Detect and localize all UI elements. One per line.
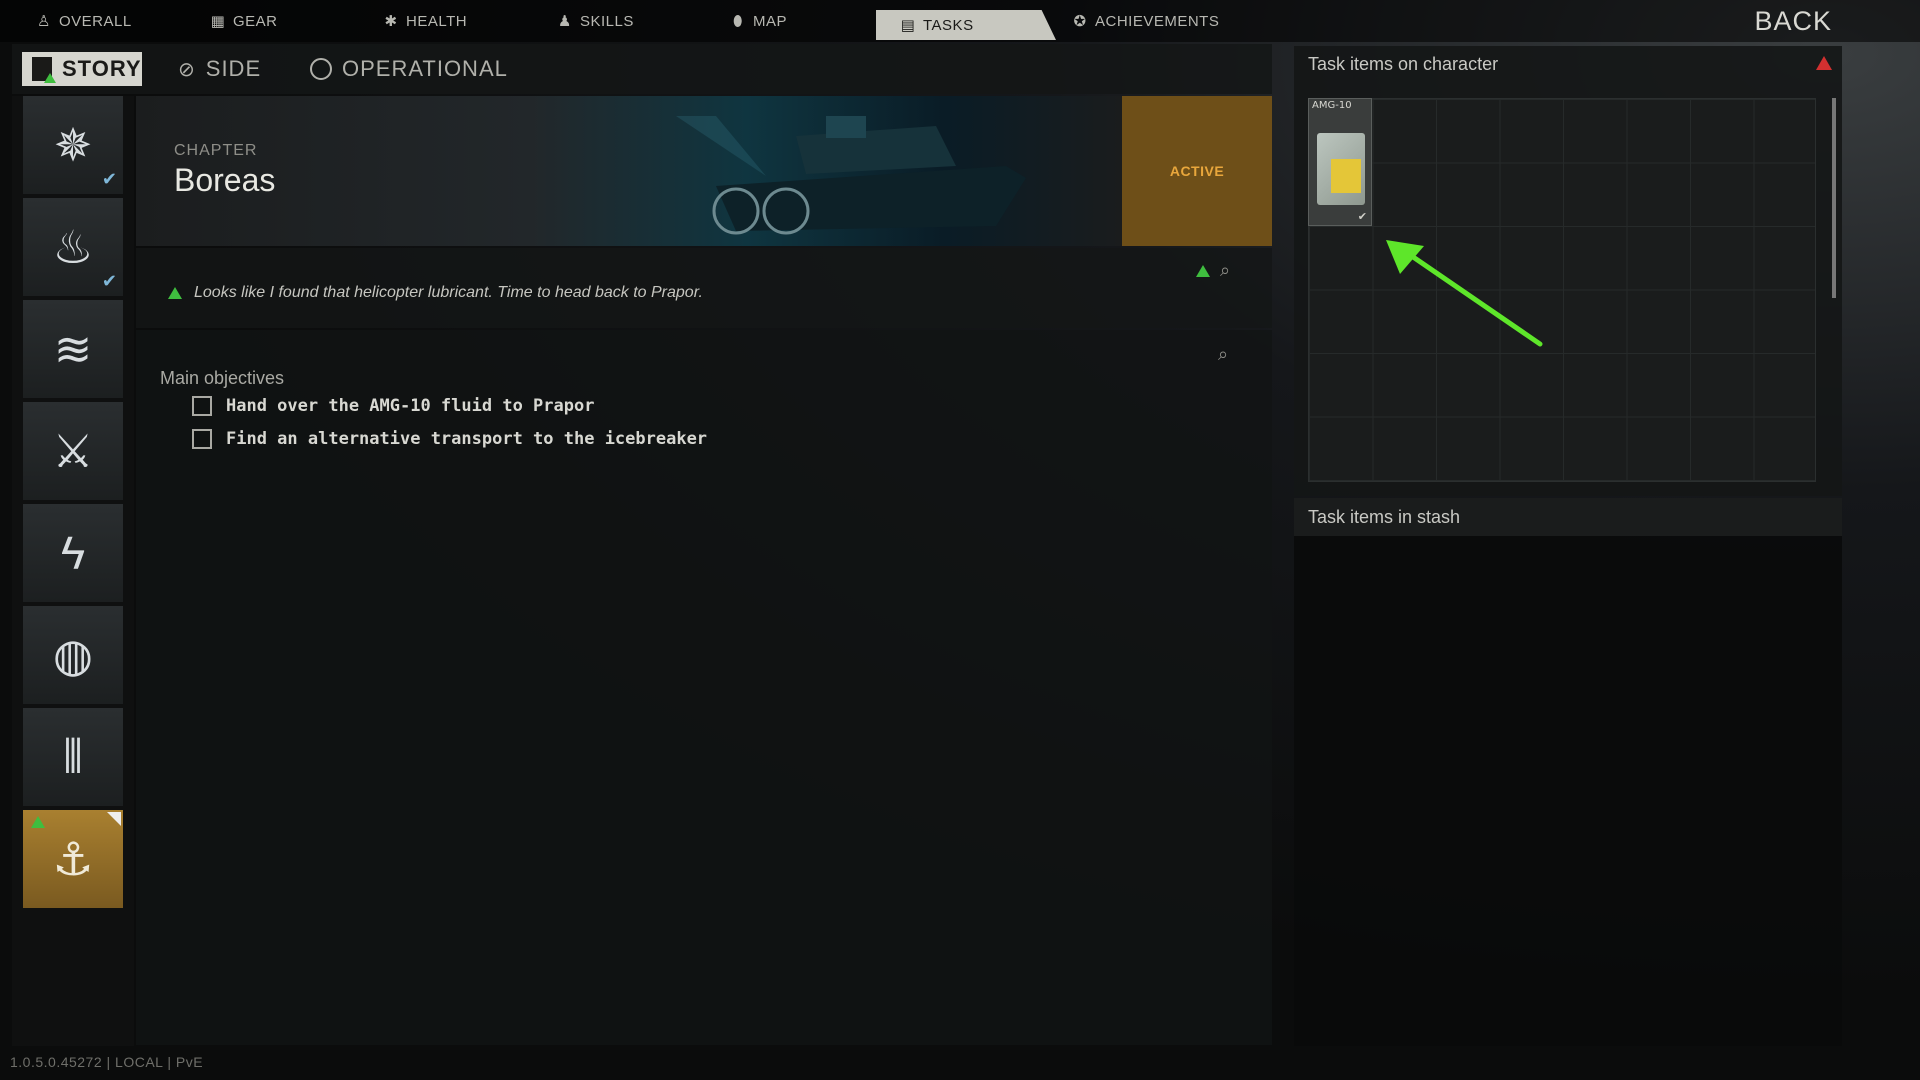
alert-icon	[1196, 265, 1210, 277]
objective-checkbox[interactable]	[192, 396, 212, 416]
tab-health[interactable]: ✱ HEALTH	[383, 0, 467, 42]
trader-sidebar: ✵ ✔ ♨ ✔ ≋ ⚔ ϟ ◍ ⦀ ⚓	[12, 96, 134, 1046]
stash-header: Task items in stash	[1294, 498, 1842, 536]
tab-map[interactable]: ⬮ MAP	[730, 0, 787, 42]
trader-1[interactable]: ✵ ✔	[23, 96, 123, 194]
signal-icon: ⦀	[62, 730, 84, 782]
achievements-icon: ✪	[1073, 13, 1087, 30]
status-badge: ACTIVE	[1122, 96, 1272, 246]
tab-story[interactable]: STORY	[22, 52, 142, 86]
tab-achievements[interactable]: ✪ ACHIEVEMENTS	[1072, 0, 1219, 42]
anchor-wings-icon: ⚓	[52, 833, 94, 885]
objective-item: Find an alternative transport to the ice…	[192, 429, 707, 449]
note-text: Looks like I found that helicopter lubri…	[194, 284, 703, 301]
tab-label: MAP	[753, 12, 788, 30]
trader-6[interactable]: ◍	[23, 606, 123, 704]
corner-marker	[107, 812, 121, 826]
stash-items-panel: Task items in stash	[1294, 498, 1842, 1046]
globe-icon: ◍	[52, 629, 94, 681]
trader-8-selected[interactable]: ⚓	[23, 810, 123, 908]
gear-vest-icon: ▦	[210, 13, 226, 30]
tab-label: HEALTH	[406, 12, 468, 30]
tab-label: GEAR	[233, 12, 278, 30]
inspect-icon[interactable]: ⌕	[1220, 260, 1230, 281]
inspect-icon[interactable]: ⌕	[1218, 344, 1228, 365]
completed-check-icon: ✔	[101, 271, 117, 291]
map-pin-icon: ⬮	[733, 12, 743, 30]
tab-label: OVERALL	[59, 12, 132, 30]
person-icon: ♙	[37, 13, 51, 30]
crossed-axes-icon: ⚔	[52, 425, 94, 477]
tab-gear[interactable]: ▦ GEAR	[210, 0, 278, 42]
chapter-title: Boreas	[174, 162, 276, 198]
icebreaker-illustration	[676, 116, 1026, 235]
version-info: 1.0.5.0.45272 | LOCAL | PvE	[10, 1054, 204, 1070]
trader-7[interactable]: ⦀	[23, 708, 123, 806]
health-icon: ✱	[384, 13, 398, 30]
fluid-can-icon	[1317, 133, 1365, 205]
wave-icon: ≋	[53, 323, 93, 375]
tab-label: OPERATIONAL	[342, 56, 508, 81]
trader-3[interactable]: ≋	[23, 300, 123, 398]
tab-label: TASKS	[923, 16, 974, 34]
back-button[interactable]: BACK	[1754, 6, 1832, 37]
flame-icon: ♨	[52, 221, 94, 273]
tab-skills[interactable]: ♟ SKILLS	[557, 0, 634, 42]
trader-4[interactable]: ⚔	[23, 402, 123, 500]
tab-operational[interactable]: OPERATIONAL	[310, 52, 508, 86]
green-arrow-annotation	[1386, 240, 1543, 347]
objectives-title: Main objectives	[160, 368, 285, 388]
objective-text: Find an alternative transport to the ice…	[226, 429, 708, 449]
check-circle-icon: ⊘	[178, 58, 196, 81]
compass-star-icon: ✵	[53, 119, 93, 171]
tab-tasks[interactable]: ▤ TASKS	[900, 10, 974, 40]
tab-label: SIDE	[205, 56, 262, 81]
tasks-icon: ▤	[900, 17, 916, 34]
objective-checkbox[interactable]	[192, 429, 212, 449]
character-items-panel: Task items on character AMG-10 ✔	[1294, 46, 1842, 496]
alert-icon	[31, 816, 45, 828]
panel-title: Task items on character	[1308, 54, 1499, 74]
clock-icon	[310, 58, 332, 80]
lightning-icon: ϟ	[60, 527, 86, 579]
scrollbar[interactable]	[1832, 98, 1836, 298]
found-check-icon: ✔	[1357, 211, 1367, 223]
trader-2[interactable]: ♨ ✔	[23, 198, 123, 296]
skills-icon: ♟	[558, 13, 572, 30]
panel-title: Task items in stash	[1308, 507, 1461, 527]
objective-item: Hand over the AMG-10 fluid to Prapor	[192, 396, 594, 416]
task-note: Looks like I found that helicopter lubri…	[136, 248, 1272, 328]
top-navigation: ♙ OVERALL ▦ GEAR ✱ HEALTH ♟ SKILLS ⬮ MAP…	[0, 0, 1920, 42]
tab-side[interactable]: ⊘ SIDE	[178, 52, 261, 86]
tab-label: ACHIEVEMENTS	[1095, 12, 1220, 30]
alert-icon	[168, 287, 182, 299]
chapter-banner: CHAPTER Boreas	[136, 96, 1122, 246]
chapter-label: CHAPTER	[174, 142, 258, 159]
completed-check-icon: ✔	[101, 169, 117, 189]
story-icon	[32, 57, 56, 83]
task-category-tabs: STORY ⊘ SIDE OPERATIONAL	[12, 44, 1272, 94]
objective-text: Hand over the AMG-10 fluid to Prapor	[226, 396, 595, 416]
tab-label: SKILLS	[580, 12, 634, 30]
tab-overall[interactable]: ♙ OVERALL	[36, 0, 132, 42]
warning-icon	[1816, 56, 1832, 70]
objectives-panel: Main objectives ⌕ Hand over the AMG-10 f…	[136, 330, 1272, 1045]
tab-label: STORY	[62, 56, 142, 81]
trader-5[interactable]: ϟ	[23, 504, 123, 602]
item-label: AMG-10	[1312, 100, 1352, 111]
inventory-item-amg10[interactable]: AMG-10 ✔	[1308, 98, 1372, 226]
